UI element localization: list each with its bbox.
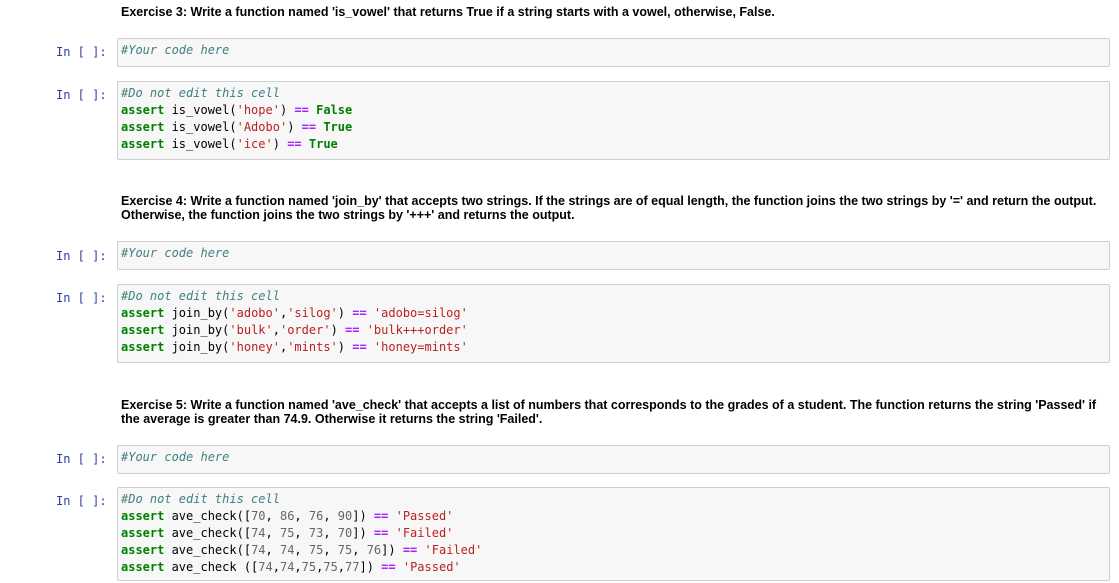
code-comment: #Your code here [121, 246, 230, 260]
code-comment: #Do not edit this cell [121, 492, 280, 506]
assert-line: assert join_by('bulk','order') == 'bulk+… [121, 323, 468, 337]
input-prompt: In [ ]: [56, 45, 107, 59]
exercise-4-description: Exercise 4: Write a function named 'join… [121, 194, 1097, 222]
code-cell-tests[interactable]: #Do not edit this cell assert is_vowel('… [117, 81, 1110, 160]
input-prompt: In [ ]: [56, 88, 107, 102]
input-prompt: In [ ]: [56, 291, 107, 305]
input-prompt: In [ ]: [56, 249, 107, 263]
exercise-3-description: Exercise 3: Write a function named 'is_v… [121, 5, 775, 19]
code-cell-your-code[interactable]: #Your code here [117, 445, 1110, 474]
code-cell-tests[interactable]: #Do not edit this cell assert ave_check(… [117, 487, 1110, 581]
assert-line: assert ave_check([74, 74, 75, 75, 76]) =… [121, 543, 483, 557]
assert-line: assert ave_check([74, 75, 73, 70]) == 'F… [121, 526, 454, 540]
code-cell-tests[interactable]: #Do not edit this cell assert join_by('a… [117, 284, 1110, 363]
code-comment: #Your code here [121, 450, 230, 464]
code-cell-your-code[interactable]: #Your code here [117, 38, 1110, 67]
assert-line: assert is_vowel('hope') == False [121, 103, 353, 117]
code-cell-your-code[interactable]: #Your code here [117, 241, 1110, 270]
code-comment: #Do not edit this cell [121, 86, 280, 100]
assert-line: assert join_by('adobo','silog') == 'adob… [121, 306, 468, 320]
input-prompt: In [ ]: [56, 494, 107, 508]
code-comment: #Do not edit this cell [121, 289, 280, 303]
code-comment: #Your code here [121, 43, 230, 57]
input-prompt: In [ ]: [56, 452, 107, 466]
assert-line: assert join_by('honey','mints') == 'hone… [121, 340, 468, 354]
assert-line: assert is_vowel('Adobo') == True [121, 120, 353, 134]
exercise-5-description: Exercise 5: Write a function named 'ave_… [121, 398, 1097, 426]
assert-line: assert ave_check([70, 86, 76, 90]) == 'P… [121, 509, 454, 523]
assert-line: assert is_vowel('ice') == True [121, 137, 338, 151]
assert-line: assert ave_check ([74,74,75,75,77]) == '… [121, 560, 461, 574]
